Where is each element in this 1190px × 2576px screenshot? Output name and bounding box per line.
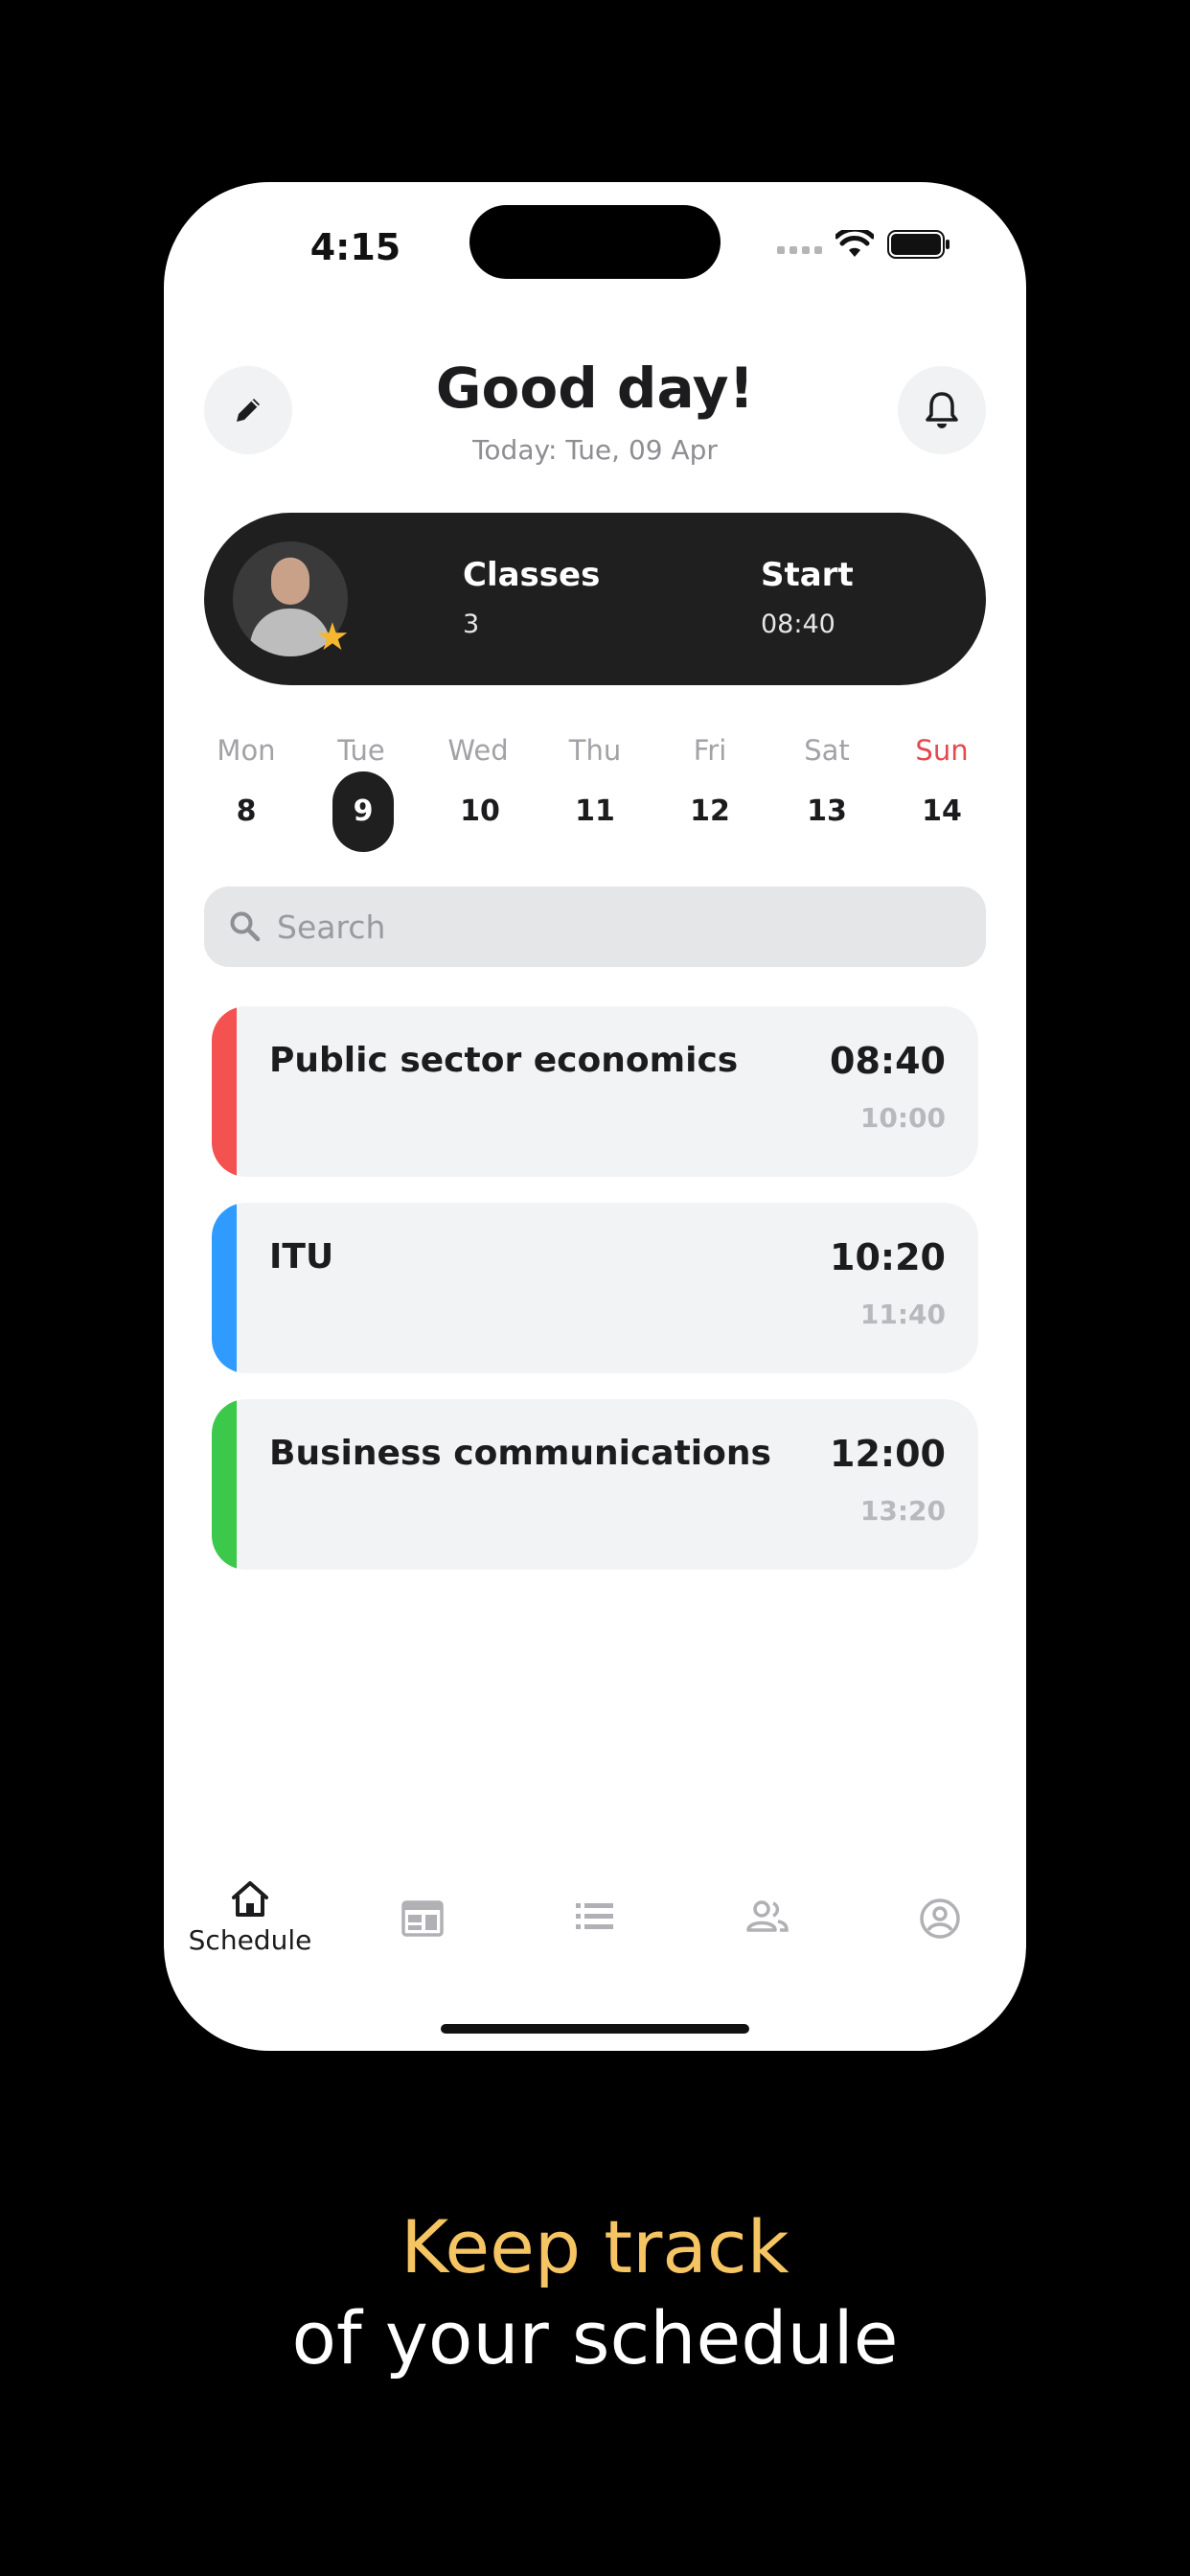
day-number[interactable]: 10 (449, 771, 511, 852)
status-icons (777, 225, 950, 264)
day-name: Tue (337, 734, 385, 767)
day-name: Fri (693, 734, 727, 767)
start-label: Start (761, 556, 854, 594)
calendar-icon (401, 1900, 444, 1937)
tab-list[interactable] (509, 1898, 681, 1993)
list-icon (576, 1903, 613, 1929)
wifi-icon (835, 230, 874, 257)
lesson-title: Business communications (269, 1434, 771, 1473)
lesson-end-time: 10:00 (859, 1102, 946, 1134)
lesson-end-time: 13:20 (859, 1495, 946, 1527)
lesson-color-bar (212, 1006, 237, 1177)
lesson-title: ITU (269, 1237, 334, 1276)
tab-calendar[interactable] (336, 1898, 509, 1993)
dynamic-island (469, 205, 721, 279)
home-indicator (441, 2024, 749, 2034)
search-icon (230, 911, 261, 942)
people-icon (746, 1900, 789, 1932)
lesson-start-time: 10:20 (830, 1236, 946, 1278)
bell-icon (926, 392, 958, 428)
edit-button[interactable] (204, 366, 292, 454)
tab-profile[interactable] (854, 1898, 1026, 1993)
day-name-weekend: Sun (915, 734, 969, 767)
summary-card[interactable]: ★ Classes 3 Start 08:40 (204, 513, 986, 685)
day-number-selected[interactable]: 9 (332, 771, 394, 852)
battery-icon (887, 230, 950, 259)
lesson-start-time: 12:00 (830, 1433, 946, 1475)
day-number[interactable]: 12 (679, 771, 741, 852)
day-name: Wed (447, 734, 509, 767)
notifications-button[interactable] (898, 366, 986, 454)
phone-screen: 4:15 Good day! Today: Tue, 09 Apr ★ Clas… (164, 182, 1026, 2051)
lesson-start-time: 08:40 (830, 1040, 946, 1082)
day-name: Sat (804, 734, 850, 767)
lesson-card[interactable]: Public sector economics 08:40 10:00 (212, 1006, 978, 1177)
day-name: Thu (568, 734, 622, 767)
pencil-icon (237, 399, 260, 422)
classes-count: 3 (463, 610, 480, 639)
tab-schedule[interactable]: Schedule (164, 1878, 336, 1974)
search-input[interactable] (275, 907, 950, 947)
home-icon (232, 1881, 268, 1917)
star-icon: ★ (315, 616, 350, 658)
lesson-color-bar (212, 1399, 237, 1570)
start-time: 08:40 (761, 610, 835, 639)
lesson-title: Public sector economics (269, 1041, 739, 1080)
status-time: 4:15 (309, 226, 401, 268)
caption-line-2: of your schedule (291, 2295, 899, 2380)
day-number[interactable]: 14 (911, 771, 973, 852)
lesson-color-bar (212, 1203, 237, 1373)
greeting-title: Good day! (435, 356, 755, 421)
lesson-card[interactable]: ITU 10:20 11:40 (212, 1203, 978, 1373)
day-name: Mon (217, 734, 276, 767)
caption-line-1: Keep track (400, 2204, 790, 2289)
search-bar[interactable] (204, 886, 986, 967)
day-number[interactable]: 13 (796, 771, 858, 852)
lesson-end-time: 11:40 (859, 1299, 946, 1330)
classes-label: Classes (463, 556, 601, 594)
tab-people[interactable] (681, 1898, 854, 1993)
profile-icon (920, 1898, 960, 1939)
lesson-card[interactable]: Business communications 12:00 13:20 (212, 1399, 978, 1570)
day-number[interactable]: 8 (216, 771, 277, 852)
today-date: Today: Tue, 09 Apr (472, 434, 718, 466)
tab-label: Schedule (188, 1924, 312, 1956)
day-number[interactable]: 11 (564, 771, 626, 852)
signal-icon (777, 235, 822, 254)
